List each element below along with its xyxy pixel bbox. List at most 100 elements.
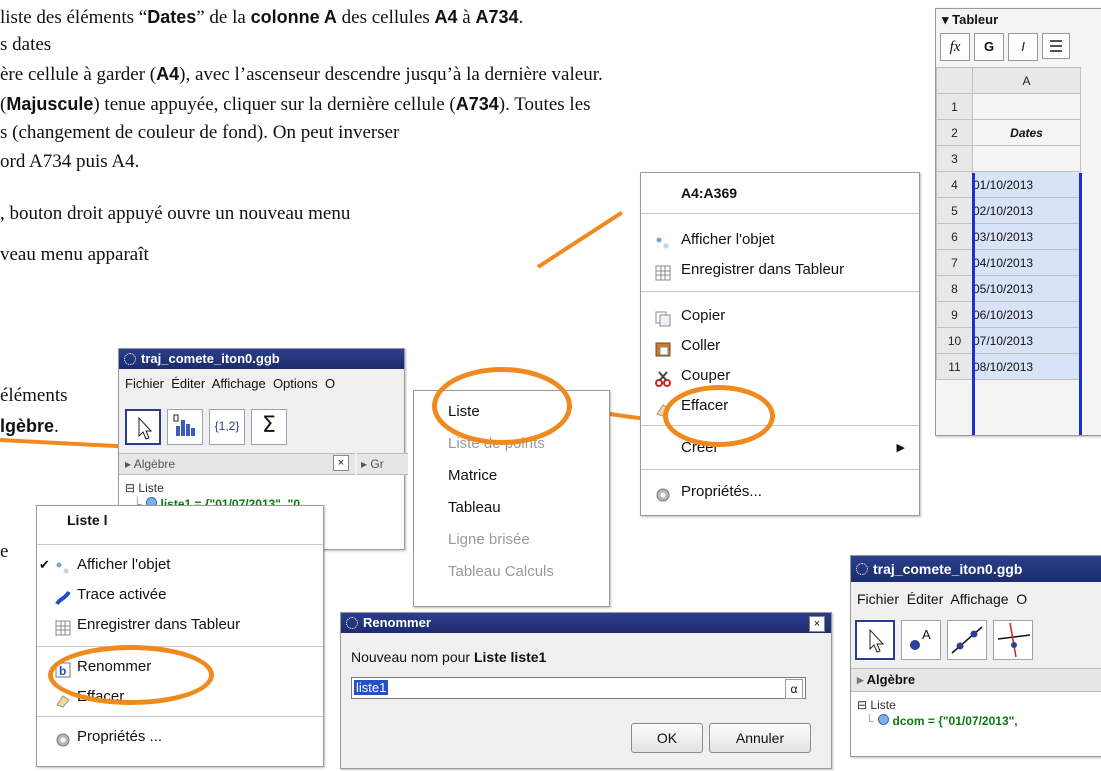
row-header[interactable]: 8 — [936, 275, 973, 302]
rename-dialog-titlebar[interactable]: Renommer — [341, 613, 831, 633]
menu-editer[interactable]: Éditer — [907, 591, 944, 607]
column-header-a[interactable]: A — [972, 67, 1081, 94]
table-icon — [655, 262, 671, 281]
tree-node-liste[interactable]: ⊟ Liste — [125, 481, 164, 495]
menu-item-show-object[interactable]: ✔ Afficher l'objet — [37, 550, 323, 580]
app-logo-icon — [346, 617, 358, 629]
doc-line-4: (Majuscule) tenue appuyée, cliquer sur l… — [0, 94, 591, 115]
window-2-titlebar[interactable]: traj_comete_iton0.ggb — [851, 556, 1101, 582]
row-header[interactable]: 9 — [936, 301, 973, 328]
tool-list-button[interactable]: {1,2} — [209, 409, 245, 445]
window-1-titlebar[interactable]: traj_comete_iton0.ggb — [119, 349, 404, 369]
row-header[interactable]: 1 — [936, 93, 973, 120]
column-header-row: A — [936, 67, 1081, 94]
alpha-symbol-button[interactable]: α — [785, 679, 803, 699]
menu-item-show-object[interactable]: Afficher l'objet — [641, 225, 919, 255]
algebra-close-button[interactable]: × — [333, 455, 349, 471]
spreadsheet-cell[interactable] — [972, 93, 1081, 120]
connector-line-window — [0, 438, 125, 449]
submenu-arrow-icon: ▶ — [896, 442, 905, 454]
menu-fichier[interactable]: Fichier — [125, 376, 164, 391]
align-icon[interactable] — [1042, 33, 1070, 59]
spreadsheet-cell[interactable]: Dates — [972, 119, 1081, 146]
row-header[interactable]: 5 — [936, 197, 973, 224]
menu-affichage[interactable]: Affichage — [212, 376, 266, 391]
bar-chart-icon — [173, 414, 195, 436]
window-2-toolbar: A — [855, 618, 1101, 664]
pointer-icon — [138, 416, 153, 440]
menu-more[interactable]: O — [1016, 591, 1027, 607]
ok-button[interactable]: OK — [631, 723, 703, 753]
tool-move-button[interactable] — [855, 620, 895, 660]
menu-fichier[interactable]: Fichier — [857, 591, 899, 607]
app-logo-icon — [856, 563, 868, 575]
menu-item-copy[interactable]: Copier — [641, 301, 919, 331]
app-logo-icon — [124, 353, 136, 365]
row-header[interactable]: 6 — [936, 223, 973, 250]
algebra-item-dcom[interactable]: └ dcom = {"01/07/2013", — [865, 714, 1018, 728]
menu-affichage[interactable]: Affichage — [950, 591, 1008, 607]
menu-options[interactable]: Options — [273, 376, 318, 391]
pointer-icon — [869, 628, 885, 653]
scissors-icon — [655, 368, 671, 387]
row-header[interactable]: 4 — [936, 171, 973, 198]
algebra-header: ▸ Algèbre — [119, 453, 355, 475]
perpendicular-icon — [997, 622, 1031, 658]
doc-line-10: lgèbre. — [0, 416, 59, 437]
menu-item-paste[interactable]: Coller — [641, 331, 919, 361]
collapse-triangle-icon[interactable]: ▾ — [942, 12, 949, 27]
algebra-header: ▸ Algèbre — [851, 668, 1101, 692]
object-menu-title: Liste l — [67, 512, 108, 528]
doc-line-11: e — [0, 541, 9, 562]
rename-prompt: Nouveau nom pour Liste liste1 — [351, 649, 547, 665]
menu-item-trace[interactable]: Trace activée — [37, 580, 323, 610]
paste-icon — [655, 338, 671, 357]
doc-line-5: s (changement de couleur de fond). On pe… — [0, 122, 400, 143]
menu-item-properties[interactable]: Propriétés ... — [37, 722, 323, 752]
italic-button[interactable]: I — [1008, 33, 1038, 61]
tool-sum-button[interactable]: Σ — [251, 409, 287, 445]
fx-button[interactable]: fx — [940, 33, 970, 61]
gear-icon — [655, 484, 671, 502]
show-object-icon — [55, 557, 71, 574]
expand-triangle-icon[interactable]: ▸ — [857, 672, 864, 687]
row-header[interactable]: 11 — [936, 353, 973, 380]
menu-item-cut[interactable]: Couper — [641, 361, 919, 391]
menu-item-save-spreadsheet[interactable]: Enregistrer dans Tableur — [37, 610, 323, 640]
menu-item-properties[interactable]: Propriétés... — [641, 477, 919, 507]
menu-item-save-spreadsheet[interactable]: Enregistrer dans Tableur — [641, 255, 919, 285]
rename-dialog: Renommer × Nouveau nom pour Liste liste1… — [340, 612, 832, 769]
context-menu-title: A4:A369 — [681, 185, 738, 201]
expand-triangle-icon[interactable]: ▸ — [125, 457, 131, 471]
tool-move-button[interactable] — [125, 409, 161, 445]
tree-node-liste[interactable]: ⊟ Liste — [857, 698, 896, 712]
row-header[interactable]: 3 — [936, 145, 973, 172]
highlight-ring-create — [663, 385, 775, 447]
tool-line-button[interactable] — [947, 620, 987, 660]
trace-brush-icon — [55, 587, 71, 606]
checkmark-icon: ✔ — [39, 557, 50, 572]
row-header[interactable]: 10 — [936, 327, 973, 354]
menu-editer[interactable]: Éditer — [171, 376, 205, 391]
spreadsheet-cell[interactable] — [972, 145, 1081, 172]
context-menu: A4:A369 Afficher l'objet Enregistrer dan… — [640, 172, 920, 516]
dialog-close-button[interactable]: × — [809, 616, 825, 632]
menu-more[interactable]: O — [325, 376, 335, 391]
tool-point-button[interactable]: A — [901, 620, 941, 660]
submenu-item-matrix[interactable]: Matrice — [414, 461, 609, 491]
selection-border — [972, 173, 1082, 435]
row-header[interactable]: 7 — [936, 249, 973, 276]
submenu-item-table[interactable]: Tableau — [414, 493, 609, 523]
cancel-button[interactable]: Annuler — [709, 723, 811, 753]
submenu-item-calc-table: Tableau Calculs — [448, 563, 554, 580]
doc-line-1: liste des éléments “Dates” de la colonne… — [0, 7, 524, 28]
rename-input[interactable]: liste1 α — [351, 677, 806, 699]
window-1-menubar: Fichier Éditer Affichage Options O — [119, 371, 404, 397]
row-header[interactable]: 2 — [936, 119, 973, 146]
spreadsheet-toolbar: fx G I — [940, 33, 1100, 63]
table-icon — [55, 617, 71, 636]
copy-icon — [655, 308, 671, 327]
bold-button[interactable]: G — [974, 33, 1004, 61]
tool-perpendicular-button[interactable] — [993, 620, 1033, 660]
tool-chart-button[interactable] — [167, 409, 203, 445]
